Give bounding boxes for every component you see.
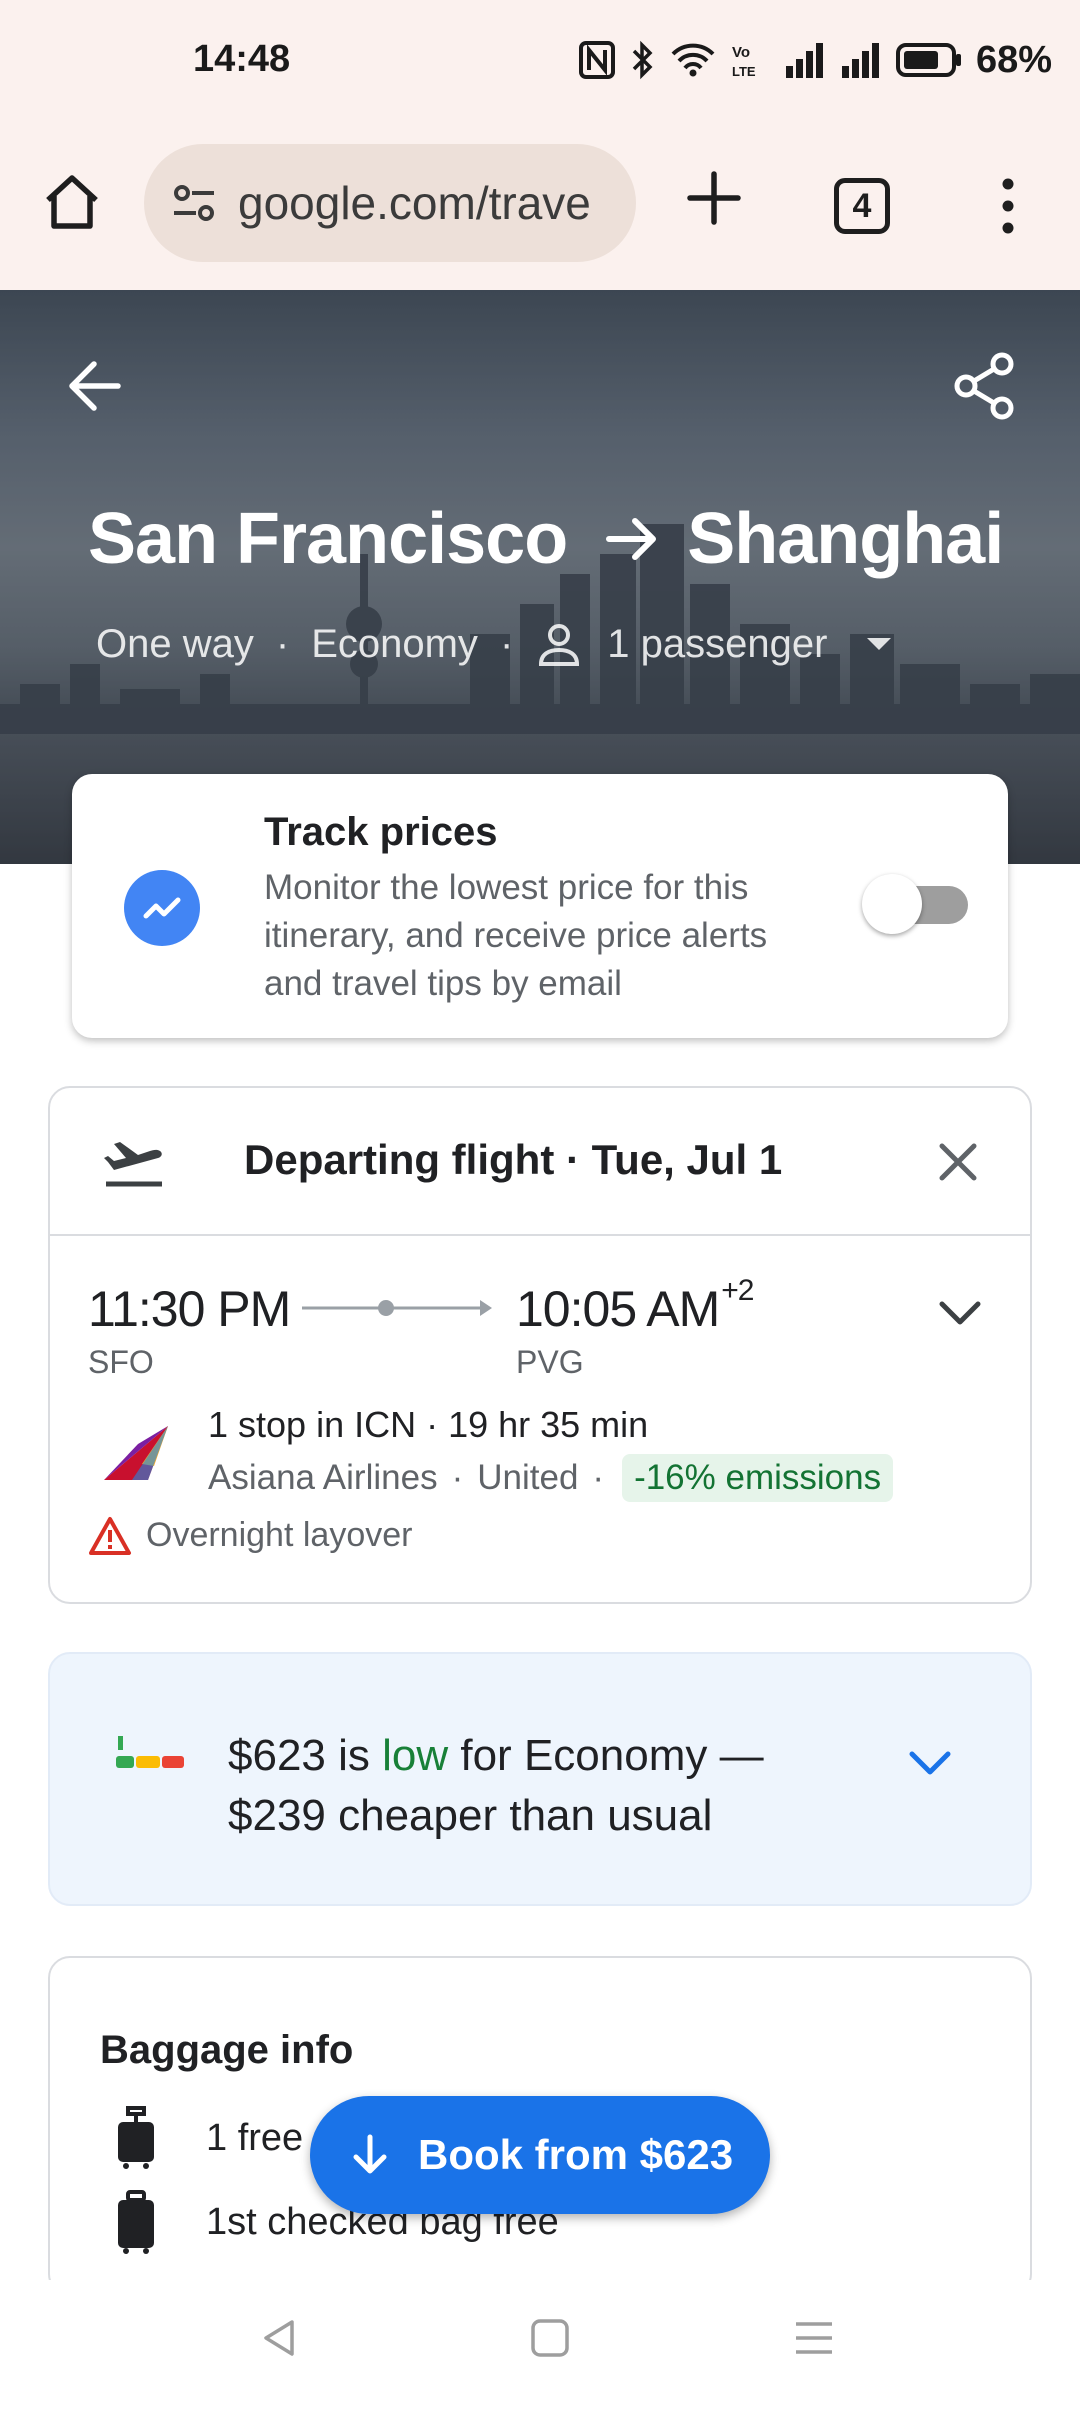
airline-name: United xyxy=(477,1458,579,1497)
trip-type[interactable]: One way xyxy=(96,622,254,667)
baggage-info-title: Baggage info xyxy=(100,2028,354,2072)
track-prices-description: Monitor the lowest price for this itiner… xyxy=(264,868,768,1003)
destination-city: Shanghai xyxy=(687,499,1004,579)
back-arrow-icon[interactable] xyxy=(60,350,132,422)
signal-icon-2 xyxy=(841,43,879,78)
url-text: google.com/trave xyxy=(238,177,591,229)
home-button[interactable] xyxy=(38,168,106,236)
airline-name: Asiana Airlines xyxy=(208,1458,438,1497)
warning-icon xyxy=(89,1517,131,1555)
flight-route-line xyxy=(302,1300,492,1316)
status-time: 14:48 xyxy=(193,38,291,80)
share-icon[interactable] xyxy=(948,350,1020,422)
price-trend-icon xyxy=(124,870,200,946)
address-bar[interactable]: google.com/trave xyxy=(144,144,636,262)
status-bar: 14:48 Vo LTE 68% xyxy=(0,0,1080,128)
track-prices-title: Track prices xyxy=(264,810,498,854)
arrival-time: 10:05 AM+2 xyxy=(516,1274,754,1337)
battery-icon xyxy=(895,43,961,77)
flight-card-header: Departing flight · Tue, Jul 1 xyxy=(50,1088,1030,1236)
more-menu-icon[interactable] xyxy=(990,172,1026,240)
system-navigation-bar xyxy=(0,2280,1080,2412)
price-range-icon xyxy=(116,1736,184,1768)
home-icon xyxy=(46,175,98,229)
status-icons: Vo LTE 68% xyxy=(578,34,1052,86)
nav-home-icon[interactable] xyxy=(528,2316,572,2360)
nav-recents-icon[interactable] xyxy=(792,2316,836,2360)
arrival-day-offset: +2 xyxy=(721,1274,754,1307)
overnight-layover-warning: Overnight layover xyxy=(146,1516,413,1554)
carry-on-text: 1 free xyxy=(206,2116,304,2159)
chevron-down-icon[interactable] xyxy=(934,1288,986,1340)
departure-airport: SFO xyxy=(88,1344,154,1380)
flight-header-title: Departing flight · Tue, Jul 1 xyxy=(244,1136,783,1183)
price-insight-text: $623 is low for Economy — $239 cheaper t… xyxy=(228,1731,764,1840)
track-prices-toggle[interactable] xyxy=(862,874,968,934)
book-button[interactable]: Book from $623 xyxy=(310,2096,770,2214)
chevron-down-icon[interactable] xyxy=(904,1738,956,1790)
track-prices-card: Track prices Monitor the lowest price fo… xyxy=(72,774,1008,1038)
tab-switcher-button[interactable]: 4 xyxy=(834,178,890,234)
svg-text:Vo: Vo xyxy=(732,44,750,61)
operating-airlines: Asiana Airlines · United · -16% emission… xyxy=(208,1454,894,1502)
person-icon xyxy=(539,624,580,666)
arrival-airport: PVG xyxy=(516,1344,584,1380)
nfc-icon xyxy=(578,41,615,79)
bluetooth-icon xyxy=(632,40,653,80)
departure-time: 11:30 PM xyxy=(88,1281,291,1337)
emissions-badge: -16% emissions xyxy=(622,1454,894,1502)
book-button-label: Book from $623 xyxy=(418,2131,734,2178)
volte-icon: Vo LTE xyxy=(732,44,756,79)
signal-icon-1 xyxy=(785,43,823,78)
origin-city: San Francisco xyxy=(88,499,568,579)
dropdown-caret-icon[interactable] xyxy=(867,638,892,650)
site-settings-icon[interactable] xyxy=(168,177,220,229)
carry-on-bag-row: 1 free xyxy=(114,2106,303,2170)
passenger-count[interactable]: 1 passenger xyxy=(607,622,827,667)
browser-toolbar: google.com/trave 4 xyxy=(0,128,1080,290)
stops-duration: 1 stop in ICN · 19 hr 35 min xyxy=(208,1404,649,1445)
nav-back-icon[interactable] xyxy=(258,2316,302,2360)
route-title: San Francisco Shanghai xyxy=(88,498,1004,580)
departing-flight-card: Departing flight · Tue, Jul 1 11:30 PM S… xyxy=(48,1086,1032,1604)
price-level-low: low xyxy=(382,1731,449,1780)
wifi-icon xyxy=(671,43,715,77)
svg-text:LTE: LTE xyxy=(732,64,756,79)
new-tab-button[interactable] xyxy=(680,164,748,232)
asiana-airlines-logo xyxy=(104,1426,168,1480)
carry-on-bag-icon xyxy=(118,2106,154,2169)
arrow-down-icon xyxy=(353,2134,387,2174)
close-icon[interactable] xyxy=(932,1136,984,1188)
checked-bag-icon xyxy=(118,2190,154,2254)
trip-options[interactable]: One way · Economy · 1 passenger xyxy=(96,620,892,668)
plane-departure-icon xyxy=(104,1142,162,1187)
price-insight-card[interactable]: $623 is low for Economy — $239 cheaper t… xyxy=(48,1652,1032,1906)
cabin-class[interactable]: Economy xyxy=(311,622,478,667)
route-arrow-icon xyxy=(606,518,657,560)
battery-percent: 68% xyxy=(975,38,1052,81)
